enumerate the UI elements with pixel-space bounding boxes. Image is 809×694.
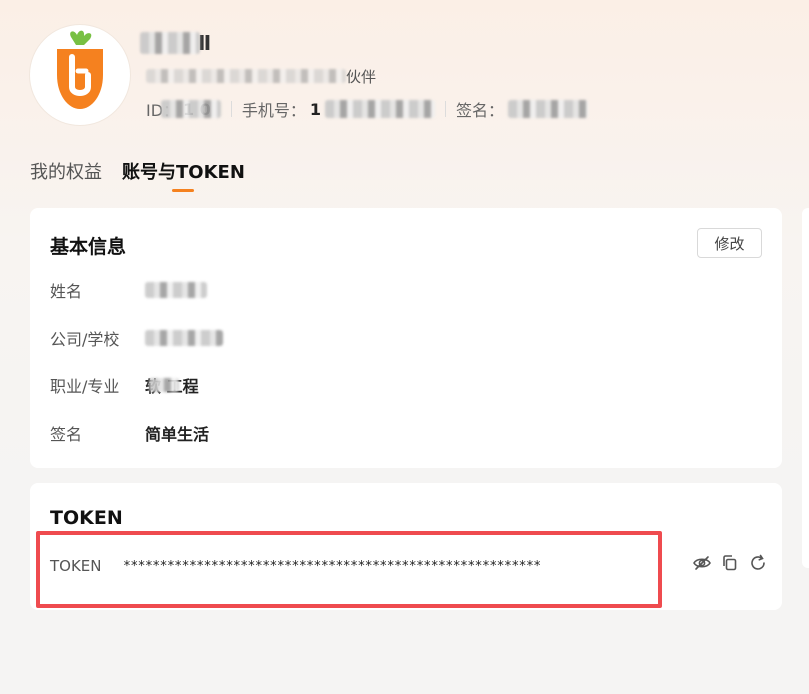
basic-info-card: 基本信息 修改 姓名 公司/学校 职业/专业 软 工程 签名 简单生活: [30, 208, 782, 468]
redacted-value: [148, 378, 179, 392]
info-row-signature: 签名 简单生活: [50, 421, 209, 445]
tab-account-token[interactable]: 账号与TOKEN: [122, 158, 245, 190]
redacted-name: [140, 32, 200, 54]
tab-benefits[interactable]: 我的权益: [30, 158, 102, 190]
basic-info-title: 基本信息: [50, 236, 127, 258]
token-label: TOKEN: [50, 557, 102, 575]
phone-value: 1: [309, 99, 322, 119]
sign-label: 签名：: [456, 101, 505, 120]
info-row-profession: 职业/专业 软 工程: [50, 373, 199, 397]
redacted-phone: [325, 100, 436, 118]
divider: [230, 101, 232, 117]
info-row-name: 姓名: [50, 278, 207, 302]
token-actions: [692, 553, 768, 573]
profile-meta: ID： 1 0 手机号： 1 签名：: [146, 97, 589, 121]
phone-label: 手机号：: [241, 101, 306, 120]
token-title: TOKEN: [50, 507, 123, 529]
redacted-id: [160, 100, 221, 118]
tab-bar: 我的权益 账号与TOKEN: [30, 158, 245, 190]
info-value: 简单生活: [145, 425, 210, 444]
info-key: 姓名: [50, 282, 83, 301]
refresh-icon[interactable]: [748, 553, 768, 573]
profile-header: Ⅱ 伙伴 ID： 1 0 手机号： 1 签名：: [30, 25, 790, 135]
info-key: 签名: [50, 425, 83, 444]
redacted-value: [145, 330, 223, 346]
info-key: 职业/专业: [50, 377, 120, 396]
profile-description-tail: 伙伴: [346, 67, 377, 86]
info-key: 公司/学校: [50, 330, 120, 349]
redacted-description: [146, 69, 346, 83]
profile-description: 伙伴: [146, 65, 376, 87]
token-card: TOKEN TOKEN ****************************…: [30, 483, 782, 610]
token-row: TOKEN **********************************…: [50, 555, 541, 577]
info-row-company: 公司/学校: [50, 326, 223, 350]
avatar[interactable]: [30, 25, 130, 125]
eye-off-icon[interactable]: [692, 553, 712, 573]
token-value[interactable]: ****************************************…: [123, 559, 541, 574]
profile-name: Ⅱ: [140, 29, 211, 57]
redacted-sign: [508, 100, 589, 118]
side-panel-edge: [802, 208, 809, 568]
carrot-logo-icon: [57, 30, 103, 109]
copy-icon[interactable]: [720, 553, 740, 573]
redacted-value: [145, 282, 207, 298]
divider: [445, 101, 447, 117]
edit-button[interactable]: 修改: [697, 228, 762, 258]
